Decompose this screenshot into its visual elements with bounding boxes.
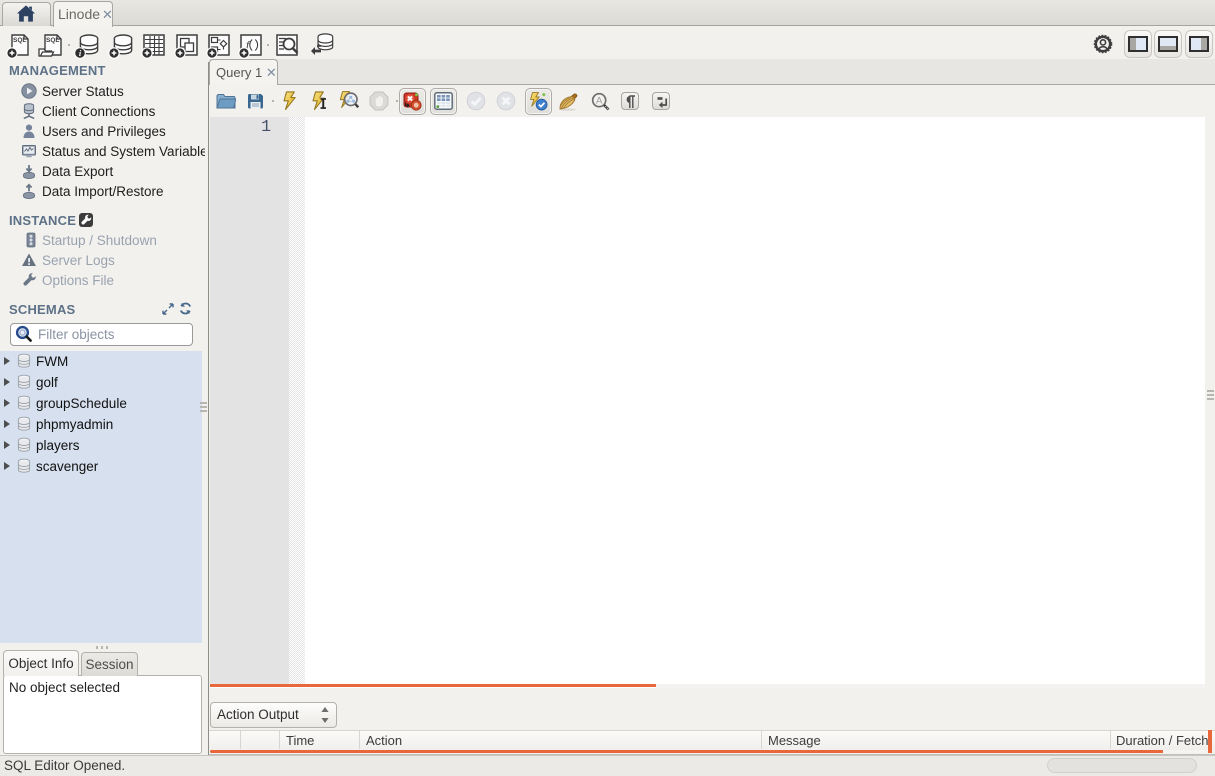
svg-text:A: A xyxy=(596,96,603,107)
svg-text:SQL: SQL xyxy=(13,37,26,44)
svg-text:SQL: SQL xyxy=(46,37,59,44)
